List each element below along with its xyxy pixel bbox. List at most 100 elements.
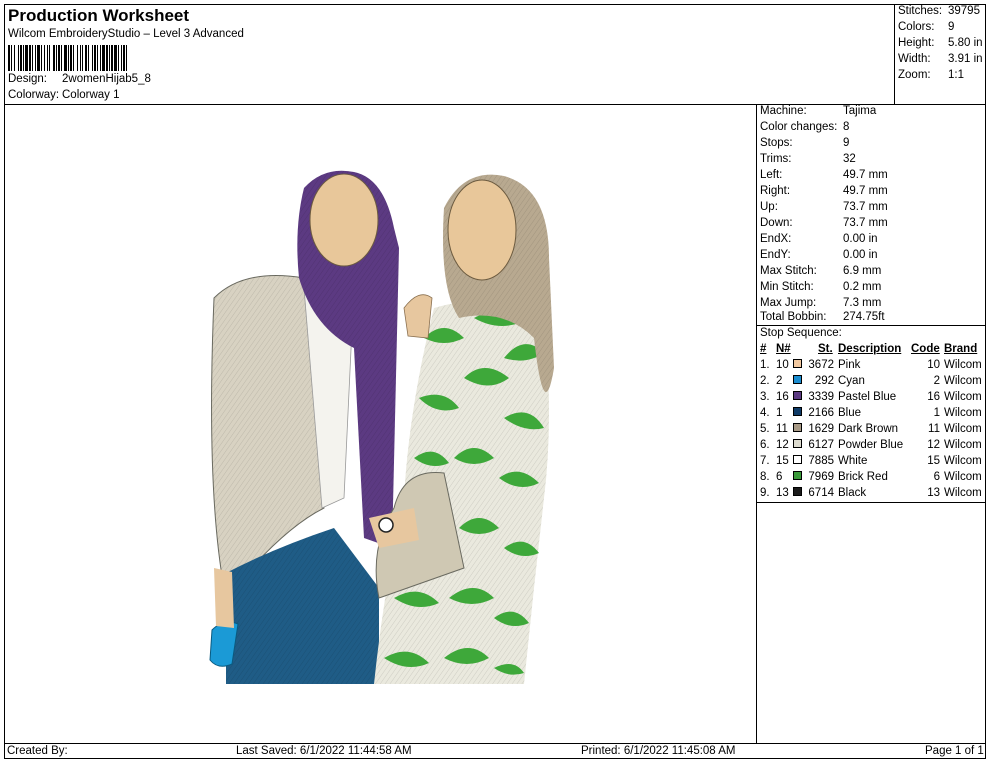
property-value: Tajima [843, 105, 877, 117]
color-description: Pastel Blue [838, 391, 897, 403]
col-header-brand: Brand [944, 343, 978, 355]
property-label: Right: [760, 185, 791, 197]
color-description: White [838, 455, 868, 467]
color-code: 6 [933, 471, 940, 483]
col-header-code: Code [911, 343, 940, 355]
color-swatch [793, 455, 802, 464]
property-label: Down: [760, 217, 793, 229]
summary-value: 1:1 [948, 69, 964, 81]
property-value: 9 [843, 137, 850, 149]
worksheet-header: Production Worksheet Wilcom EmbroiderySt… [4, 4, 895, 105]
summary-label: Stitches: [898, 5, 943, 17]
color-code: 15 [927, 455, 940, 467]
property-label: Trims: [760, 153, 792, 165]
row-index: 6. [760, 439, 770, 451]
page-title: Production Worksheet [8, 6, 190, 25]
stitch-number: 1629 [808, 423, 834, 435]
thread-brand: Wilcom [944, 359, 982, 371]
col-header-index: # [760, 343, 767, 355]
design-name: 2womenHijab5_8 [62, 73, 151, 85]
color-code: 1 [933, 407, 940, 419]
thread-brand: Wilcom [944, 391, 982, 403]
property-label: Max Stitch: [760, 265, 817, 277]
color-row: 3. 16 3339 Pastel Blue 16 Wilcom [757, 391, 986, 407]
summary-label: Colors: [898, 21, 935, 33]
property-label: Left: [760, 169, 783, 181]
embroidery-design-preview [209, 170, 554, 684]
property-value: 73.7 mm [843, 201, 888, 213]
property-value: 6.9 mm [843, 265, 882, 277]
property-value: 0.2 mm [843, 281, 882, 293]
summary-box: Stitches: 39795 Colors: 9 Height: 5.80 i… [894, 4, 986, 105]
property-value: 274.75ft [843, 311, 885, 323]
col-header-needle: N# [776, 343, 791, 355]
property-label: Color changes: [760, 121, 838, 133]
needle-number: 16 [776, 391, 789, 403]
color-swatch [793, 407, 802, 416]
color-code: 11 [928, 423, 940, 435]
stitch-number: 3672 [808, 359, 834, 371]
summary-label: Zoom: [898, 69, 931, 81]
color-row: 9. 13 6714 Black 13 Wilcom [757, 487, 986, 503]
colorway-label: Colorway: [8, 89, 60, 101]
color-row: 6. 12 6127 Powder Blue 12 Wilcom [757, 439, 986, 455]
stitch-number: 7969 [808, 471, 834, 483]
row-index: 2. [760, 375, 770, 387]
stitch-number: 6714 [808, 487, 834, 499]
thread-brand: Wilcom [944, 407, 982, 419]
stop-sequence: Stop Sequence: # N# St. Description Code… [757, 325, 986, 499]
color-description: Black [838, 487, 867, 499]
color-description: Pink [838, 359, 861, 371]
needle-number: 13 [776, 487, 789, 499]
property-label: EndY: [760, 249, 791, 261]
property-value: 32 [843, 153, 856, 165]
color-code: 13 [927, 487, 940, 499]
row-index: 7. [760, 455, 770, 467]
color-swatch [793, 375, 802, 384]
property-label: Max Jump: [760, 297, 817, 309]
row-index: 4. [760, 407, 770, 419]
property-label: Machine: [760, 105, 807, 117]
stitch-number: 2166 [808, 407, 834, 419]
property-value: 0.00 in [843, 233, 878, 245]
color-swatch [793, 423, 802, 432]
color-swatch [793, 439, 802, 448]
design-label: Design: [8, 73, 47, 85]
property-label: Stops: [760, 137, 793, 149]
thread-brand: Wilcom [944, 487, 982, 499]
color-swatch [793, 359, 802, 368]
properties-panel: Machine: Tajima Color changes: 8 Stops: … [757, 104, 986, 744]
created-by: Created By: [7, 745, 68, 757]
color-row: 8. 6 7969 Brick Red 6 Wilcom [757, 471, 986, 487]
summary-value: 3.91 in [948, 53, 983, 65]
property-value: 49.7 mm [843, 185, 888, 197]
page-number: Page 1 of 1 [925, 745, 984, 757]
thread-brand: Wilcom [944, 423, 982, 435]
property-value: 8 [843, 121, 850, 133]
needle-number: 11 [776, 423, 788, 435]
stitch-number: 7885 [808, 455, 834, 467]
color-swatch [793, 487, 802, 496]
needle-number: 1 [776, 407, 783, 419]
summary-value: 39795 [948, 5, 980, 17]
color-row: 4. 1 2166 Blue 1 Wilcom [757, 407, 986, 423]
property-value: 73.7 mm [843, 217, 888, 229]
stitch-number: 6127 [808, 439, 834, 451]
needle-number: 6 [776, 471, 783, 483]
thread-brand: Wilcom [944, 455, 982, 467]
color-description: Dark Brown [838, 423, 899, 435]
thread-brand: Wilcom [944, 375, 982, 387]
property-label: Total Bobbin: [760, 311, 827, 323]
needle-number: 15 [776, 455, 789, 467]
color-code: 2 [933, 375, 940, 387]
color-row: 1. 10 3672 Pink 10 Wilcom [757, 359, 986, 375]
last-saved: Last Saved: 6/1/2022 11:44:58 AM [236, 745, 412, 757]
row-index: 3. [760, 391, 770, 403]
color-row: 7. 15 7885 White 15 Wilcom [757, 455, 986, 471]
worksheet-footer: Created By: Last Saved: 6/1/2022 11:44:5… [4, 743, 986, 759]
row-index: 9. [760, 487, 770, 499]
color-description: Powder Blue [838, 439, 904, 451]
col-header-stitches: St. [818, 343, 833, 355]
color-row: 2. 2 292 Cyan 2 Wilcom [757, 375, 986, 391]
row-index: 8. [760, 471, 770, 483]
